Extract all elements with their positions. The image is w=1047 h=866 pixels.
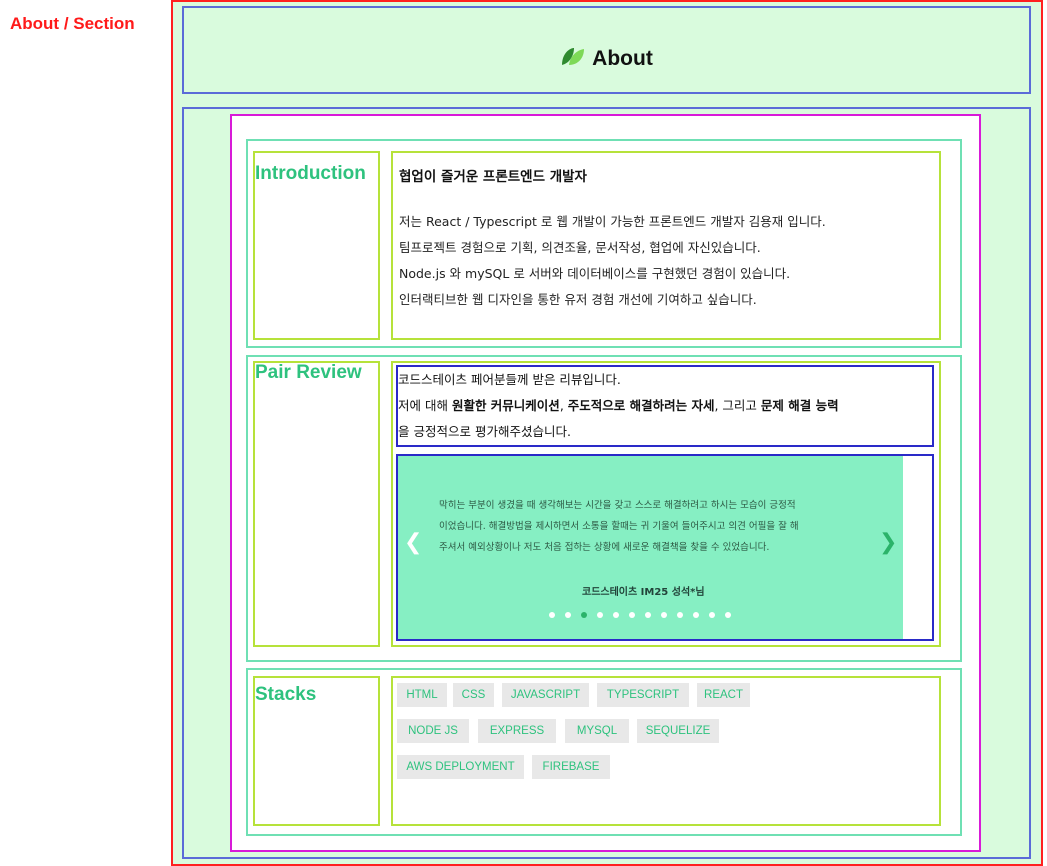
slider-dot[interactable] — [549, 612, 555, 618]
slider-dot[interactable] — [613, 612, 619, 618]
chevron-left-icon[interactable]: ❮ — [404, 532, 422, 554]
review-text: , 그리고 — [714, 398, 761, 413]
review-text: 저에 대해 — [398, 398, 452, 413]
stack-chip: REACT — [697, 683, 750, 707]
slider-dot[interactable] — [565, 612, 571, 618]
leaf-icon — [560, 45, 586, 73]
slide-author: 코드스테이츠 IM25 성석*님 — [582, 587, 705, 598]
intro-line: 인터랙티브한 웹 디자인을 통한 유저 경험 개선에 기여하고 싶습니다. — [399, 292, 757, 307]
slider-dot[interactable] — [597, 612, 603, 618]
header-title-group: About — [560, 45, 653, 73]
review-text: , — [559, 398, 568, 413]
review-title-box — [253, 361, 380, 647]
review-line-2: 저에 대해 원활한 커뮤니케이션, 주도적으로 해결하려는 자세, 그리고 문제… — [398, 395, 839, 414]
chevron-right-icon[interactable]: ❯ — [879, 532, 897, 554]
intro-heading: 협업이 즐거운 프론트엔드 개발자 — [399, 169, 587, 185]
slider-dot[interactable] — [693, 612, 699, 618]
stack-chip: SEQUELIZE — [637, 719, 719, 743]
intro-line: 팀프로젝트 경험으로 기획, 의견조율, 문서작성, 협업에 자신있습니다. — [399, 240, 761, 255]
stack-chip: JAVASCRIPT — [502, 683, 589, 707]
slider-dot[interactable] — [725, 612, 731, 618]
slider-dot[interactable] — [581, 612, 587, 618]
stack-chip: TYPESCRIPT — [597, 683, 689, 707]
review-title: Pair Review — [255, 362, 362, 383]
intro-title: Introduction — [255, 163, 366, 184]
slide-text-line: 막히는 부분이 생겼을 때 생각해보는 시간을 갖고 스스로 해결하려고 하시는… — [439, 500, 796, 511]
slide-text-line: 이었습니다. 해결방법을 제시하면서 소통을 할때는 귀 기울여 들어주시고 의… — [439, 521, 799, 532]
stack-chip: NODE JS — [397, 719, 469, 743]
stack-chip: FIREBASE — [532, 755, 610, 779]
slider-dot[interactable] — [645, 612, 651, 618]
slider-dot[interactable] — [709, 612, 715, 618]
stacks-title: Stacks — [255, 684, 317, 705]
review-line-3: 을 긍정적으로 평가해주셨습니다. — [398, 424, 571, 439]
about-header: About — [182, 6, 1031, 94]
review-line-1: 코드스테이츠 페어분들께 받은 리뷰입니다. — [398, 372, 621, 387]
stack-chip: MYSQL — [565, 719, 629, 743]
stack-chip: EXPRESS — [478, 719, 556, 743]
intro-line: Node.js 와 mySQL 로 서버와 데이터베이스를 구현했던 경험이 있… — [399, 266, 791, 281]
review-highlight: 원활한 커뮤니케이션 — [451, 398, 560, 413]
stack-chip: CSS — [453, 683, 494, 707]
slider-dots — [549, 612, 731, 618]
review-highlight: 주도적으로 해결하려는 자세 — [567, 398, 715, 413]
stack-chip: HTML — [397, 683, 447, 707]
slide-text-line: 주셔서 예외상황이나 저도 처음 접하는 상황에 새로운 해결책을 찾을 수 있… — [439, 542, 770, 553]
intro-line: 저는 React / Typescript 로 웹 개발이 가능한 프론트엔드 … — [399, 214, 826, 229]
stack-chip: AWS DEPLOYMENT — [397, 755, 524, 779]
slider-dot[interactable] — [629, 612, 635, 618]
review-highlight: 문제 해결 능력 — [760, 398, 839, 413]
section-label: About / Section — [10, 14, 135, 33]
slider-dot[interactable] — [677, 612, 683, 618]
slider-dot[interactable] — [661, 612, 667, 618]
page-title: About — [592, 47, 653, 70]
